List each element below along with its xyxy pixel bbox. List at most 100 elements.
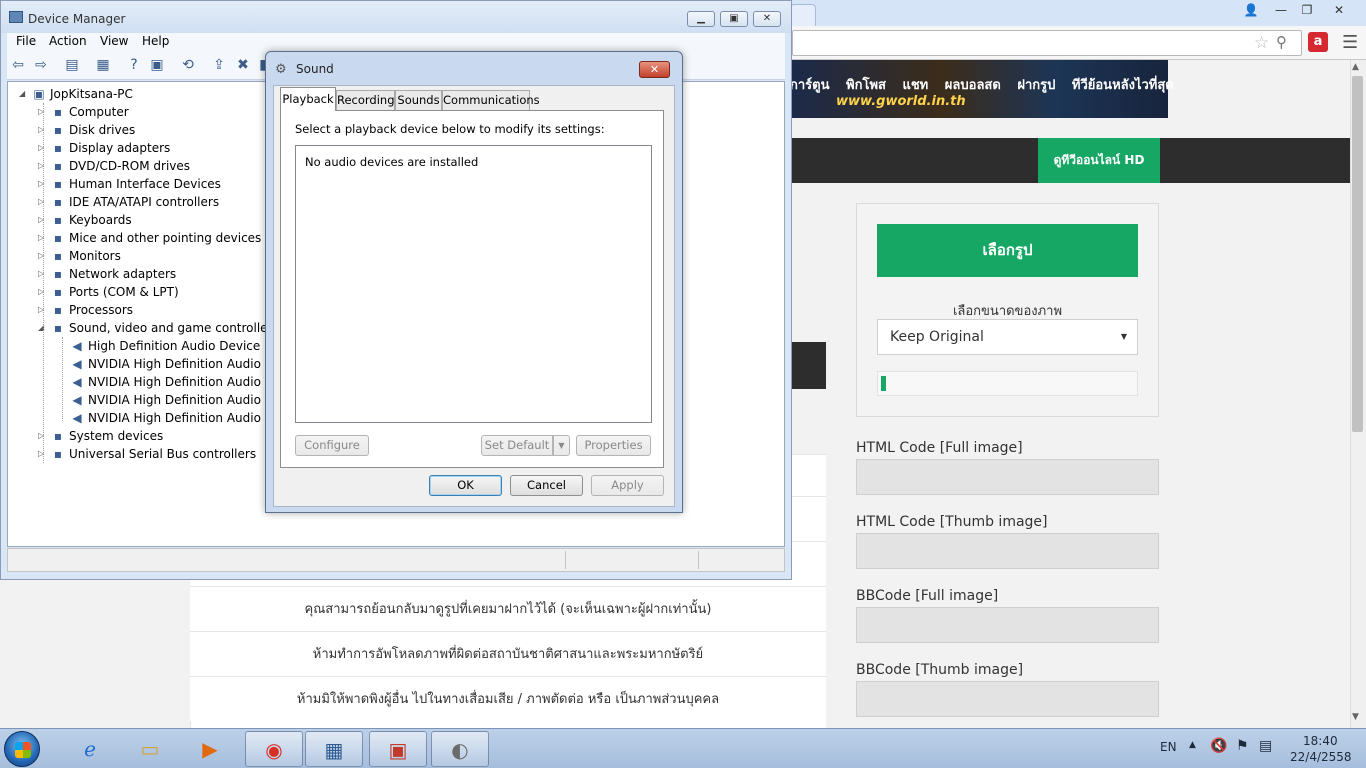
browser-close-button[interactable]: ✕ <box>1326 1 1352 19</box>
tab-communications[interactable]: Communications <box>442 90 540 110</box>
file-explorer-icon[interactable]: ▭ <box>121 731 179 767</box>
set-default-dropdown[interactable]: ▼ <box>553 435 570 456</box>
properties-icon[interactable]: ▦ <box>94 56 112 74</box>
tree-guide-line <box>62 337 63 421</box>
uninstall-icon[interactable]: ✖ <box>234 56 252 74</box>
tab-recording[interactable]: Recording <box>336 90 395 110</box>
html-full-field[interactable] <box>856 459 1159 495</box>
apply-button[interactable]: Apply <box>591 475 664 496</box>
browser-minimize-button[interactable]: — <box>1268 1 1294 19</box>
browser-menu-icon[interactable]: ☰ <box>1342 32 1358 53</box>
site-logo[interactable]: www.gworld.in.th <box>836 94 966 109</box>
configure-button[interactable]: Configure <box>295 435 369 456</box>
page-scrollbar-thumb[interactable] <box>1352 76 1363 432</box>
update-driver-icon[interactable]: ⇪ <box>210 56 228 74</box>
language-indicator[interactable]: EN <box>1160 740 1177 754</box>
bbcode-full-field[interactable] <box>856 607 1159 643</box>
nav-cartoon[interactable]: การ์ตูน <box>790 78 829 93</box>
upload-progress-fill <box>881 376 886 391</box>
ok-button[interactable]: OK <box>429 475 502 496</box>
scroll-up-icon[interactable]: ▲ <box>1352 62 1359 72</box>
chrome-icon[interactable]: ◉ <box>245 731 303 767</box>
nav-live-score[interactable]: ผลบอลสด <box>945 78 1001 93</box>
speaker-device-icon: ◀ <box>72 357 82 371</box>
tree-item-label: Keyboards <box>69 213 132 227</box>
tree-guide-line <box>43 103 44 463</box>
view-icon[interactable]: ▣ <box>148 56 166 74</box>
device-manager-titlebar[interactable]: Device Manager <box>1 1 791 33</box>
speaker-device-icon: ◀ <box>72 339 82 353</box>
collapse-arrow-icon[interactable]: ◢ <box>19 85 29 103</box>
tab-playback[interactable]: Playback <box>280 87 336 111</box>
browser-restore-button[interactable]: ❐ <box>1294 1 1320 19</box>
properties-button[interactable]: Properties <box>576 435 651 456</box>
minimize-button[interactable]: ▁ <box>687 11 715 27</box>
nav-upload[interactable]: ฝากรูป <box>1017 78 1055 93</box>
nav-pickpost[interactable]: พิกโพส <box>846 78 886 93</box>
speaker-device-icon: ◀ <box>72 393 82 407</box>
close-button[interactable]: ✕ <box>753 11 781 27</box>
taskbar: ℯ ▭ ▶ ◉ ▦ ▣ ◐ EN ▲ 🔇 ⚑ ▤ 18:40 22/4/2558 <box>0 728 1366 768</box>
bbcode-thumb-field[interactable] <box>856 681 1159 717</box>
device-category-icon: ▪ <box>53 303 63 317</box>
cancel-button[interactable]: Cancel <box>510 475 583 496</box>
network-icon[interactable]: ▤ <box>1259 738 1272 754</box>
tv-online-tab[interactable]: ดูทีวีออนไลน์ HD <box>1038 138 1160 183</box>
device-category-icon: ▪ <box>53 123 63 137</box>
bookmark-star-icon[interactable]: ☆ <box>1254 33 1269 53</box>
menu-view[interactable]: View <box>100 34 128 48</box>
tree-item-label: Universal Serial Bus controllers <box>69 447 257 461</box>
html-full-label: HTML Code [Full image] <box>856 440 1023 456</box>
help-icon[interactable]: ? <box>125 56 143 74</box>
device-manager-taskbar-icon[interactable]: ▣ <box>369 731 427 767</box>
image-size-select[interactable]: Keep Original ▼ <box>877 319 1138 355</box>
close-button[interactable]: ✕ <box>639 61 670 78</box>
device-category-icon: ▪ <box>53 213 63 227</box>
rule-row: คุณสามารถย้อนกลับมาดูรูปที่เคยมาฝากไว้ได… <box>190 586 826 631</box>
menubar: File Action View Help <box>7 33 785 53</box>
clock-time[interactable]: 18:40 <box>1303 734 1338 748</box>
html-thumb-field[interactable] <box>856 533 1159 569</box>
upload-progress <box>877 371 1138 396</box>
speaker-device-icon: ◀ <box>72 375 82 389</box>
tree-item-label: System devices <box>69 429 164 443</box>
avira-extension-icon[interactable]: a <box>1308 32 1328 52</box>
tree-item-label: NVIDIA High Definition Audio <box>88 393 261 407</box>
no-devices-message: No audio devices are installed <box>305 155 479 169</box>
tree-item-label: Display adapters <box>69 141 171 155</box>
scan-hardware-icon[interactable]: ⟲ <box>179 56 197 74</box>
action-center-flag-icon[interactable]: ⚑ <box>1236 738 1249 754</box>
user-icon[interactable]: 👤 <box>1238 1 1264 19</box>
control-panel-icon[interactable]: ▦ <box>305 731 363 767</box>
show-hide-tree-icon[interactable]: ▤ <box>63 56 81 74</box>
forward-arrow-icon[interactable]: ⇨ <box>32 56 50 74</box>
tab-sounds[interactable]: Sounds <box>395 90 442 110</box>
sound-taskbar-icon[interactable]: ◐ <box>431 731 489 767</box>
window-title: Device Manager <box>28 12 126 26</box>
internet-explorer-icon[interactable]: ℯ <box>61 731 119 767</box>
media-player-icon[interactable]: ▶ <box>181 731 239 767</box>
speaker-device-icon: ◀ <box>72 411 82 425</box>
start-button[interactable] <box>4 731 40 767</box>
back-arrow-icon[interactable]: ⇦ <box>9 56 27 74</box>
address-bar[interactable] <box>792 30 1302 56</box>
tree-item-label: Monitors <box>69 249 121 263</box>
volume-muted-icon[interactable]: 🔇 <box>1210 738 1227 754</box>
image-size-label: เลือกขนาดของภาพ <box>952 304 1063 319</box>
extension-icon[interactable]: ⚲ <box>1276 33 1287 51</box>
set-default-button[interactable]: Set Default <box>481 435 553 456</box>
scroll-down-icon[interactable]: ▼ <box>1352 712 1359 722</box>
playback-device-list[interactable]: No audio devices are installed <box>295 145 652 423</box>
maximize-button[interactable]: ▣ <box>720 11 748 27</box>
show-hidden-icons[interactable]: ▲ <box>1189 740 1196 750</box>
choose-image-button[interactable]: เลือกรูป <box>877 224 1138 277</box>
menu-file[interactable]: File <box>16 34 36 48</box>
menu-action[interactable]: Action <box>49 34 87 48</box>
menu-help[interactable]: Help <box>142 34 169 48</box>
nav-tv-replay[interactable]: ทีวีย้อนหลังไวที่สุด <box>1072 78 1174 93</box>
clock-date[interactable]: 22/4/2558 <box>1290 750 1352 764</box>
tree-item-label: Sound, video and game controllers <box>69 321 279 335</box>
device-category-icon: ▪ <box>53 159 63 173</box>
nav-chat[interactable]: แชท <box>902 78 928 93</box>
new-tab-button[interactable] <box>790 4 816 26</box>
